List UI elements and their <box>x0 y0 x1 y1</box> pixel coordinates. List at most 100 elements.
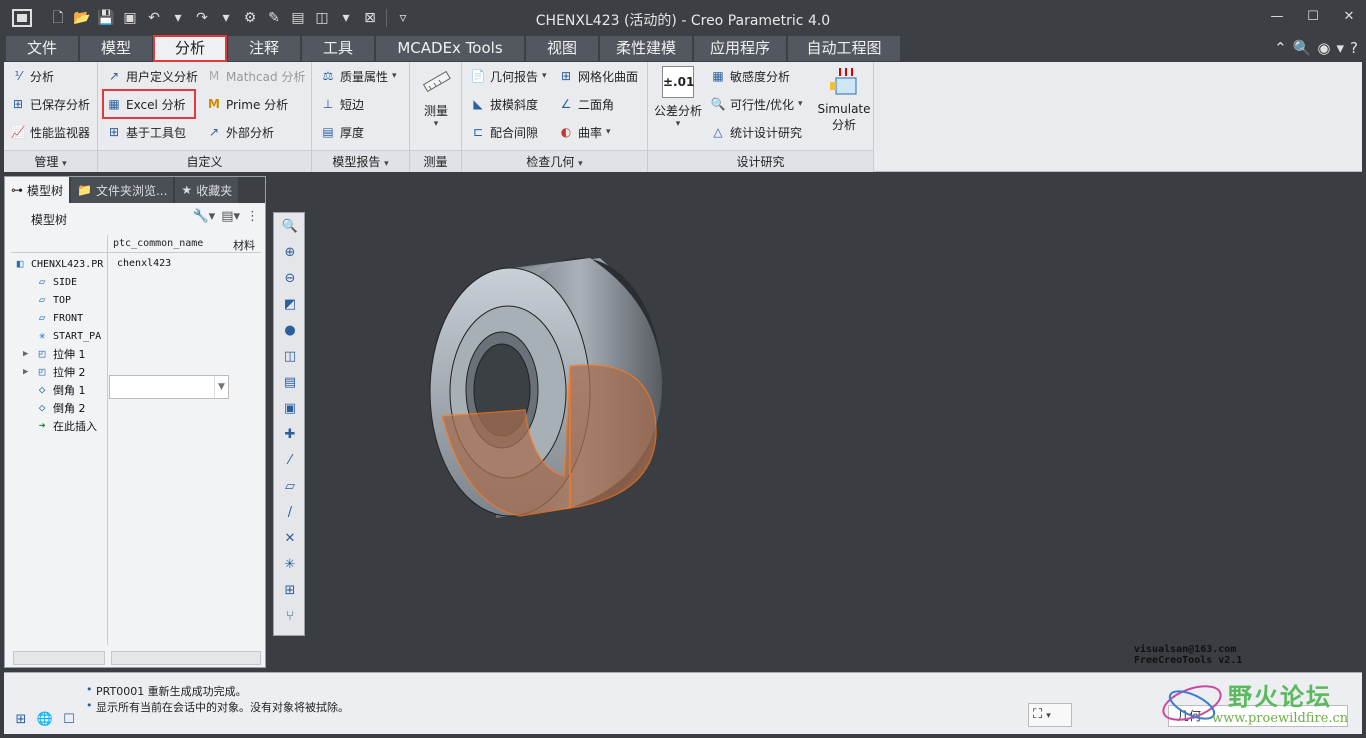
community-icon[interactable]: ◉ <box>1317 39 1330 57</box>
statistical-design-study-button[interactable]: △ 统计设计研究 <box>710 121 802 143</box>
group-model-report: ⚖ 质量属性 ▾ ⊥ 短边 ▤ 厚度 模型报告 ▾ <box>312 62 410 172</box>
simulate-analysis-button[interactable]: Simulate 分析 <box>816 66 872 133</box>
help-dropdown-icon[interactable]: ▾ <box>1337 39 1345 57</box>
tab-model-tree[interactable]: ⊶ 模型树 <box>5 177 70 203</box>
tab-auto-drawing[interactable]: 自动工程图 <box>788 36 900 61</box>
tree-item-top[interactable]: ▱ TOP <box>35 291 71 309</box>
csys-display-icon[interactable]: ✳ <box>280 555 300 575</box>
measure-button[interactable]: 测量 ▾ <box>418 66 454 129</box>
tab-file[interactable]: 文件 <box>6 36 78 61</box>
group-label-inspect-geometry[interactable]: 检查几何 ▾ <box>462 150 647 172</box>
spin-center-icon[interactable]: ⊞ <box>280 581 300 601</box>
external-analysis-button[interactable]: ↗ 外部分析 <box>206 121 274 143</box>
tree-horizontal-scrollbar-left[interactable] <box>13 651 105 665</box>
group-inspect-geometry: 📄 几何报告 ▾ ⊞ 网格化曲面 ◣ 拔模斜度 ∠ 二面角 ⊏ 配合间隙 ◐ 曲率 ▾ 检查几何… <box>462 62 648 172</box>
zoom-out-icon[interactable]: ⊖ <box>280 269 300 289</box>
datum-plane-icon: ▱ <box>38 311 46 324</box>
column-header-common-name[interactable]: ptc_common_name <box>113 238 203 249</box>
annotation-display-icon[interactable]: ✚ <box>280 425 300 445</box>
tab-model[interactable]: 模型 <box>80 36 152 61</box>
tree-item-chamfer-1[interactable]: ◇ 倒角 1 <box>35 381 86 399</box>
saved-orientations-icon[interactable]: ◫ <box>280 347 300 367</box>
tab-applications[interactable]: 应用程序 <box>694 36 786 61</box>
user-defined-analysis-button[interactable]: ↗ 用户定义分析 <box>106 65 198 87</box>
analysis-button[interactable]: ⅟ 分析 <box>10 65 54 87</box>
tree-item-chamfer-2[interactable]: ◇ 倒角 2 <box>35 399 86 417</box>
maximize-icon[interactable]: ☐ <box>1304 8 1322 26</box>
help-icon[interactable]: ? <box>1350 39 1358 57</box>
zoom-in-icon[interactable]: ⊕ <box>280 243 300 263</box>
group-measure: 测量 ▾ 测量 <box>410 62 462 172</box>
group-label-design-study: 设计研究 <box>648 150 873 172</box>
tree-item-side[interactable]: ▱ SIDE <box>35 273 77 291</box>
display-style-icon[interactable]: ● <box>280 321 300 341</box>
close-icon[interactable]: ✕ <box>1340 8 1358 26</box>
reorient-icon[interactable]: ◩ <box>280 295 300 315</box>
mating-clearance-button[interactable]: ⊏ 配合间隙 <box>470 121 538 143</box>
mesh-surface-button[interactable]: ⊞ 网格化曲面 <box>558 65 638 87</box>
dihedral-angle-button[interactable]: ∠ 二面角 <box>558 93 614 115</box>
column-value-dropdown[interactable]: ▼ <box>109 375 229 399</box>
axis-display-icon[interactable]: ⁄ <box>280 451 300 471</box>
expand-arrow-icon[interactable]: ▶ <box>23 349 31 359</box>
thickness-button[interactable]: ▤ 厚度 <box>320 121 364 143</box>
column-separator[interactable] <box>107 235 108 645</box>
sensitivity-analysis-button[interactable]: ▦ 敏感度分析 <box>710 65 790 87</box>
tab-tools[interactable]: 工具 <box>302 36 374 61</box>
expand-arrow-icon[interactable]: ▶ <box>23 367 31 377</box>
tolerance-analysis-button[interactable]: ±.01 公差分析 ▾ <box>652 66 704 129</box>
tree-filter-icon[interactable]: ▤▾ <box>221 209 240 224</box>
tree-item-extrude-1[interactable]: ▶ ◰ 拉伸 1 <box>23 345 86 363</box>
tree-columns-icon[interactable]: ⋮ <box>246 209 259 224</box>
tab-flexible-modeling[interactable]: 柔性建模 <box>600 36 692 61</box>
tab-annotate[interactable]: 注释 <box>228 36 300 61</box>
tab-analysis[interactable]: 分析 <box>153 35 227 62</box>
saved-analysis-button[interactable]: ⊞ 已保存分析 <box>10 93 90 115</box>
refit-zoom-icon[interactable]: 🔍 <box>280 217 300 237</box>
view-manager-icon[interactable]: ▤ <box>280 373 300 393</box>
part-3d-model[interactable] <box>270 176 1362 670</box>
feasibility-optimization-button[interactable]: 🔍 可行性/优化 ▾ <box>710 93 803 115</box>
tree-settings-icon[interactable]: 🔧▾ <box>192 209 215 224</box>
perspective-icon[interactable]: ▣ <box>280 399 300 419</box>
full-screen-icon[interactable]: ☐ <box>60 711 78 729</box>
find-binoculars-button[interactable]: ⛶ ▾ <box>1028 703 1072 727</box>
model-tree-toggle-icon[interactable]: ⑂ <box>280 607 300 627</box>
point-display-icon[interactable]: / <box>280 503 300 523</box>
draft-button[interactable]: ◣ 拔模斜度 <box>470 93 538 115</box>
mathcad-analysis-button[interactable]: M Mathcad 分析 <box>206 65 306 87</box>
mass-properties-button[interactable]: ⚖ 质量属性 ▾ <box>320 65 397 87</box>
group-label-manage[interactable]: 管理 ▾ <box>4 150 97 172</box>
tab-folder-browser[interactable]: 📁 文件夹浏览... <box>71 177 174 203</box>
tree-item-start-csys[interactable]: ✳ START_PA <box>35 327 101 345</box>
window-title: CHENXL423 (活动的) - Creo Parametric 4.0 <box>535 13 831 29</box>
graphics-window[interactable] <box>270 176 1362 670</box>
short-edge-button[interactable]: ⊥ 短边 <box>320 93 364 115</box>
tab-favorites[interactable]: ★ 收藏夹 <box>175 177 239 203</box>
saved-analysis-icon: ⊞ <box>12 97 24 111</box>
tab-view[interactable]: 视图 <box>526 36 598 61</box>
search-icon[interactable]: 🔍 <box>1293 39 1312 57</box>
geometry-report-button[interactable]: 📄 几何报告 ▾ <box>470 65 547 87</box>
prime-analysis-button[interactable]: M Prime 分析 <box>206 93 288 115</box>
group-label-model-report[interactable]: 模型报告 ▾ <box>312 150 409 172</box>
column-header-material[interactable]: 材料 <box>233 237 255 253</box>
performance-monitor-button[interactable]: 📈 性能监视器 <box>10 121 91 143</box>
binoculars-icon: ⛶ <box>1033 707 1043 722</box>
tab-mcadex-tools[interactable]: MCADEx Tools <box>376 36 524 61</box>
plane-display-icon[interactable]: ▱ <box>280 477 300 497</box>
tree-horizontal-scrollbar-right[interactable] <box>111 651 261 665</box>
curvature-button[interactable]: ◐ 曲率 ▾ <box>558 121 611 143</box>
browser-toggle-icon[interactable]: 🌐 <box>36 711 54 729</box>
tree-item-extrude-2[interactable]: ▶ ◰ 拉伸 2 <box>23 363 86 381</box>
tree-item-front[interactable]: ▱ FRONT <box>35 309 83 327</box>
navigator-toggle-icon[interactable]: ⊞ <box>12 711 30 729</box>
excel-analysis-button[interactable]: ▦ Excel 分析 <box>102 89 196 119</box>
tree-root-part[interactable]: ◧ CHENXL423.PR <box>13 255 104 273</box>
minimize-icon[interactable]: — <box>1268 8 1286 26</box>
status-message-1: PRT0001 重新生成成功完成。 <box>86 683 247 699</box>
tree-item-insert-here[interactable]: ➜ 在此插入 <box>35 417 97 435</box>
collapse-ribbon-icon[interactable]: ⌃ <box>1274 39 1287 57</box>
point-tag-display-icon[interactable]: ✕ <box>280 529 300 549</box>
toolkit-based-button[interactable]: ⊞ 基于工具包 <box>106 121 186 143</box>
